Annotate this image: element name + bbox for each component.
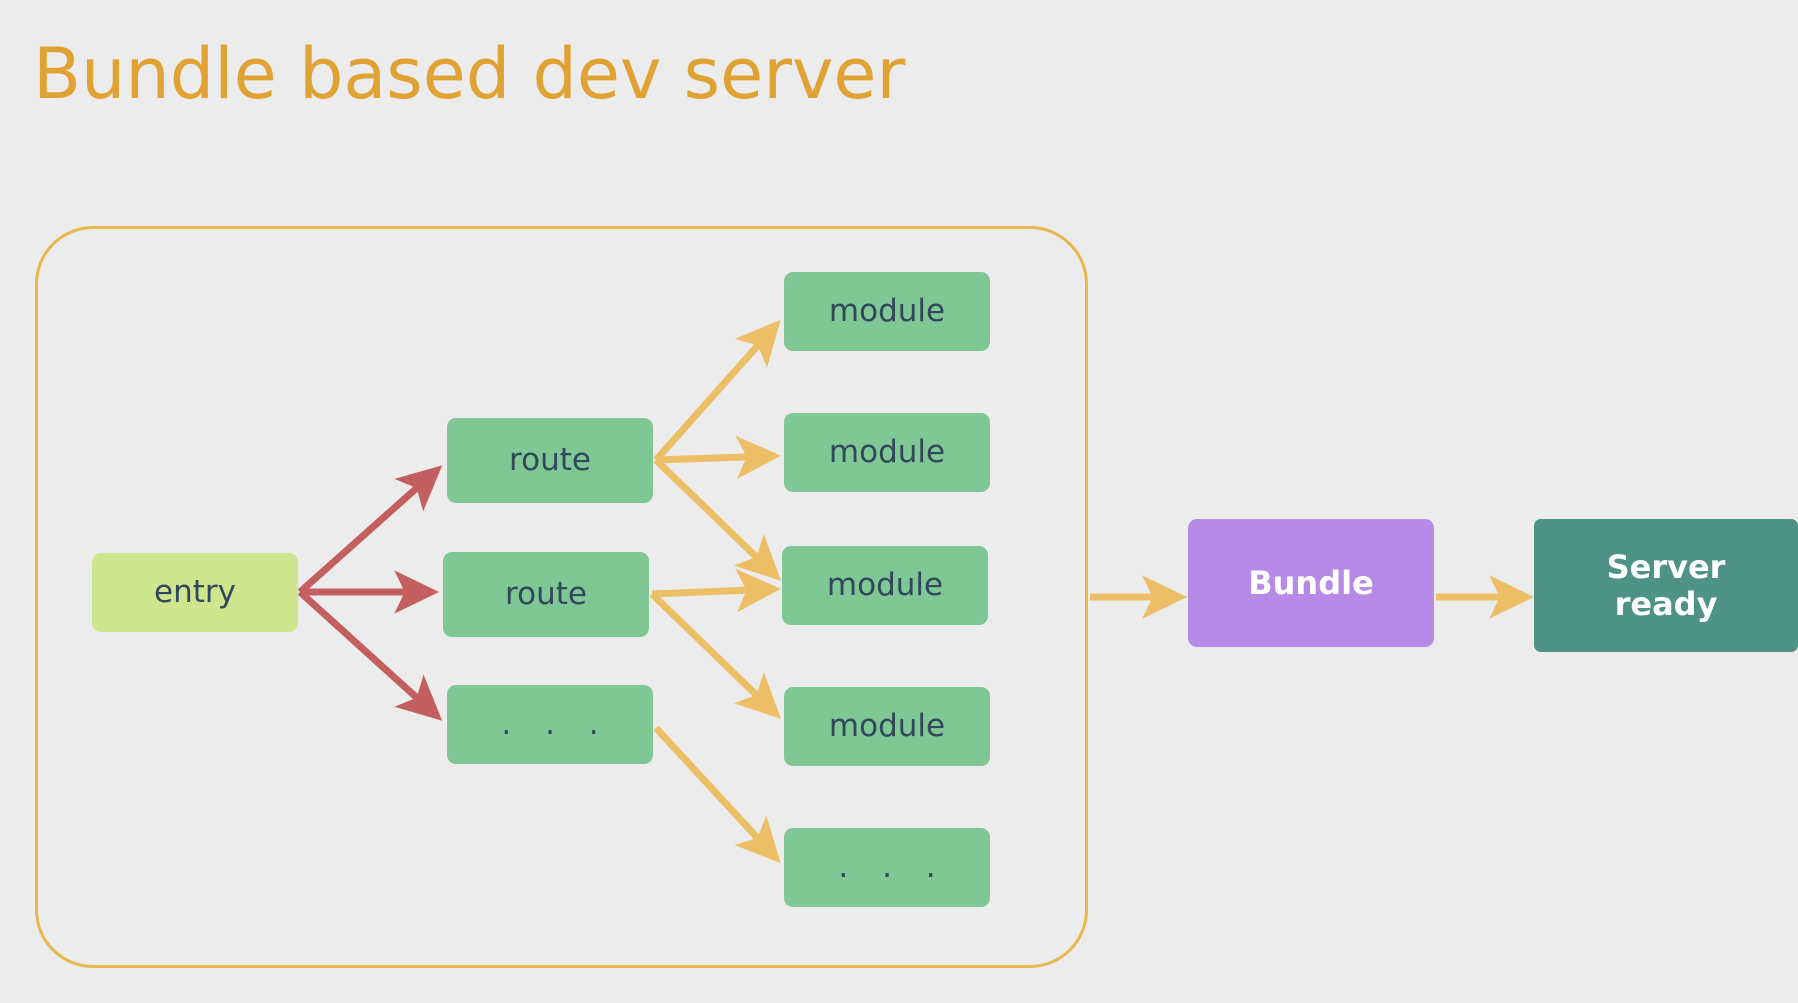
page-title: Bundle based dev server: [33, 33, 906, 115]
node-module-2[interactable]: module: [784, 413, 990, 492]
node-module-4[interactable]: module: [784, 687, 990, 766]
node-route-ellipsis[interactable]: . . .: [447, 685, 653, 764]
node-server-ready[interactable]: Server ready: [1534, 519, 1798, 652]
node-module-ellipsis-label: . . .: [838, 848, 948, 885]
node-server-ready-label-line1: Server: [1606, 547, 1726, 586]
node-route-2-label: route: [505, 575, 587, 612]
node-entry[interactable]: entry: [92, 553, 298, 632]
node-bundle[interactable]: Bundle: [1188, 519, 1434, 647]
node-route-2[interactable]: route: [443, 552, 649, 637]
node-bundle-label: Bundle: [1248, 563, 1374, 602]
node-module-3[interactable]: module: [782, 546, 988, 625]
diagram-canvas: Bundle based dev server entry route rout…: [0, 0, 1798, 1003]
node-module-4-label: module: [828, 707, 946, 744]
node-module-ellipsis[interactable]: . . .: [784, 828, 990, 907]
node-module-3-label: module: [826, 566, 944, 603]
node-route-ellipsis-label: . . .: [501, 705, 611, 742]
node-module-2-label: module: [828, 433, 946, 470]
node-module-1[interactable]: module: [784, 272, 990, 351]
node-entry-label: entry: [154, 573, 236, 610]
node-route-1[interactable]: route: [447, 418, 653, 503]
node-server-ready-label-line2: ready: [1614, 584, 1718, 623]
node-module-1-label: module: [828, 292, 946, 329]
node-route-1-label: route: [509, 441, 591, 478]
